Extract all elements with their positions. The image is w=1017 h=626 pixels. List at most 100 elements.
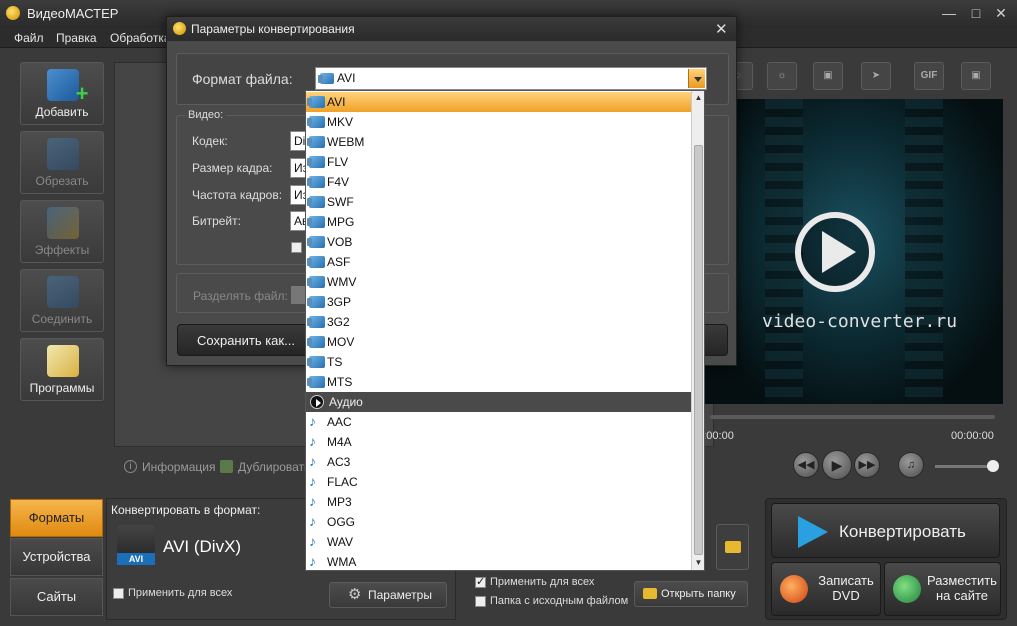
dropdown-item-label: WMA — [327, 555, 357, 569]
dropdown-item-avi[interactable]: AVI — [306, 92, 691, 112]
dropdown-scrollbar[interactable]: ▲ ▼ — [691, 91, 704, 570]
gear-icon: ⚙ — [348, 586, 362, 603]
dropdown-item-mts[interactable]: MTS — [306, 372, 691, 392]
dropdown-item-wmv[interactable]: WMV — [306, 272, 691, 292]
dropdown-item-label: AAC — [327, 415, 352, 429]
music-note-icon: ♪ — [309, 473, 316, 489]
tab-formats[interactable]: Форматы — [10, 499, 103, 537]
dropdown-item-ogg[interactable]: ♪ OGG — [306, 512, 691, 532]
play-button[interactable]: ▶ — [822, 450, 852, 480]
dropdown-item-flac[interactable]: ♪ FLAC — [306, 472, 691, 492]
tab-sites[interactable]: Сайты — [10, 578, 103, 616]
video-format-icon — [307, 376, 325, 388]
close-icon[interactable]: ✕ — [990, 4, 1012, 22]
dropdown-group-audio: Аудио — [306, 392, 691, 412]
duplicate-button[interactable]: Дублировать — [238, 460, 310, 474]
dropdown-item-mkv[interactable]: MKV — [306, 112, 691, 132]
scissors-icon — [47, 138, 79, 170]
music-note-icon: ♪ — [309, 553, 316, 569]
add-button[interactable]: + Добавить — [20, 62, 104, 125]
gif-button[interactable]: GIF — [914, 62, 944, 90]
scroll-down-icon[interactable]: ▼ — [692, 556, 704, 570]
dropdown-item-label: WMV — [327, 275, 357, 289]
dropdown-item-mpg[interactable]: MPG — [306, 212, 691, 232]
cut-button[interactable]: Обрезать — [20, 131, 104, 194]
save-as-label: Сохранить как... — [197, 333, 295, 348]
params-button[interactable]: ⚙ Параметры — [329, 582, 447, 608]
menu-file[interactable]: Файл — [14, 31, 44, 45]
programs-button[interactable]: Программы — [20, 338, 104, 401]
dropdown-group-label: Аудио — [329, 395, 363, 409]
avi-format-icon: AVI — [117, 525, 155, 565]
volume-knob[interactable] — [987, 460, 999, 472]
maximize-icon[interactable]: □ — [965, 4, 987, 22]
dropdown-item-wma[interactable]: ♪ WMA — [306, 552, 691, 570]
dropdown-item-ts[interactable]: TS — [306, 352, 691, 372]
scroll-up-icon[interactable]: ▲ — [692, 91, 704, 105]
source-folder-checkbox[interactable] — [475, 596, 486, 607]
source-folder-label: Папка с исходным файлом — [490, 595, 629, 607]
add-label: Добавить — [35, 105, 89, 119]
dropdown-item-asf[interactable]: ASF — [306, 252, 691, 272]
chevron-down-icon[interactable] — [688, 69, 705, 88]
convert-label: Конвертировать — [839, 522, 966, 541]
format-dropdown-list[interactable]: AVI MKV WEBM FLV F4V SWF MPG VOB ASF WMV 3GP 3G2 MOV… — [305, 90, 705, 571]
tab-devices[interactable]: Устройства — [10, 538, 103, 576]
dropdown-item-webm[interactable]: WEBM — [306, 132, 691, 152]
sun-icon[interactable]: ☼ — [767, 62, 797, 90]
video-format-icon — [307, 196, 325, 208]
dropdown-item-swf[interactable]: SWF — [306, 192, 691, 212]
dropdown-item-f4v[interactable]: F4V — [306, 172, 691, 192]
window-title: ВидеоМАСТЕР — [27, 6, 119, 21]
burn-dvd-button[interactable]: Записать DVD — [771, 562, 881, 616]
dropdown-item-ac3[interactable]: ♪ AC3 — [306, 452, 691, 472]
music-note-icon: ♪ — [309, 433, 316, 449]
selected-format-name[interactable]: AVI (DivX) — [163, 537, 241, 557]
upload-site-button[interactable]: Разместить на сайте — [884, 562, 1001, 616]
dropdown-item-aac[interactable]: ♪ AAC — [306, 412, 691, 432]
play-triangle-icon — [822, 231, 856, 273]
dropdown-item-3g2[interactable]: 3G2 — [306, 312, 691, 332]
fullscreen-icon[interactable]: ▣ — [961, 62, 991, 90]
dropdown-item-m4a[interactable]: ♪ M4A — [306, 432, 691, 452]
output-apply-all-checkbox[interactable]: ✓ — [475, 576, 486, 588]
forward-button[interactable]: ▶▶ — [854, 452, 880, 478]
dropdown-item-vob[interactable]: VOB — [306, 232, 691, 252]
dropdown-item-flv[interactable]: FLV — [306, 152, 691, 172]
open-folder-button[interactable]: Открыть папку — [634, 581, 748, 607]
dropdown-item-mov[interactable]: MOV — [306, 332, 691, 352]
dropdown-item-mp3[interactable]: ♪ MP3 — [306, 492, 691, 512]
file-format-select[interactable]: AVI — [315, 67, 707, 90]
effects-button[interactable]: Эффекты — [20, 200, 104, 263]
dropdown-item-label: WEBM — [327, 135, 365, 149]
seek-bar[interactable] — [710, 415, 995, 419]
convert-button[interactable]: Конвертировать — [771, 503, 1000, 558]
volume-icon[interactable]: ♫ — [898, 452, 924, 478]
dropdown-item-3gp[interactable]: 3GP — [306, 292, 691, 312]
info-button[interactable]: Информация — [142, 460, 215, 474]
time-end: 00:00:00 — [951, 430, 994, 442]
dialog-logo-icon — [173, 22, 186, 35]
menu-processing[interactable]: Обработка — [110, 31, 171, 45]
burn-dvd-label: Записать DVD — [818, 573, 874, 603]
folder-icon — [725, 541, 741, 553]
rewind-button[interactable]: ◀◀ — [793, 452, 819, 478]
programs-icon — [47, 345, 79, 377]
join-button[interactable]: Соединить — [20, 269, 104, 332]
convert-to-label: Конвертировать в формат: — [111, 503, 261, 517]
browse-folder-button[interactable] — [716, 524, 749, 570]
filmstrip-decoration — [905, 99, 943, 404]
menu-edit[interactable]: Правка — [56, 31, 97, 45]
minimize-icon[interactable]: — — [938, 4, 960, 22]
codec-label: Кодек: — [192, 134, 228, 148]
apply-all-checkbox[interactable] — [113, 588, 124, 599]
speed-runner-icon[interactable]: ➤ — [861, 62, 891, 90]
music-note-icon: ♪ — [309, 513, 316, 529]
video-option-checkbox[interactable] — [291, 242, 302, 253]
crop-icon[interactable]: ▣ — [813, 62, 843, 90]
scroll-thumb[interactable] — [694, 145, 703, 555]
music-note-icon: ♪ — [309, 533, 316, 549]
dialog-close-icon[interactable]: ✕ — [715, 20, 728, 38]
dropdown-item-wav[interactable]: ♪ WAV — [306, 532, 691, 552]
video-format-icon — [307, 236, 325, 248]
